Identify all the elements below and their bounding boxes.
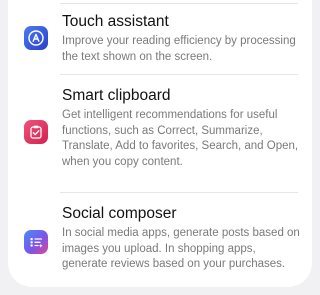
touch-assistant-icon [24, 26, 48, 50]
item-description: In social media apps, generate posts bas… [62, 227, 300, 270]
item-title: Smart clipboard [62, 87, 171, 104]
item-description: Improve your reading efficiency by proce… [62, 35, 296, 63]
divider [60, 3, 298, 4]
settings-card: Touch assistant Improve your reading eff… [8, 0, 312, 287]
list-item-touch-assistant[interactable]: Touch assistant Improve your reading eff… [8, 12, 312, 70]
item-title: Social composer [62, 205, 177, 222]
list-item-smart-clipboard[interactable]: Smart clipboard Get intelligent recommen… [8, 86, 312, 186]
social-composer-icon [24, 230, 48, 254]
smart-clipboard-icon [24, 120, 48, 144]
list-item-social-composer[interactable]: Social composer In social media apps, ge… [8, 204, 312, 287]
divider [60, 74, 298, 75]
divider [60, 192, 298, 193]
item-description: Get intelligent recommendations for usef… [62, 109, 299, 168]
item-title: Touch assistant [62, 13, 169, 30]
